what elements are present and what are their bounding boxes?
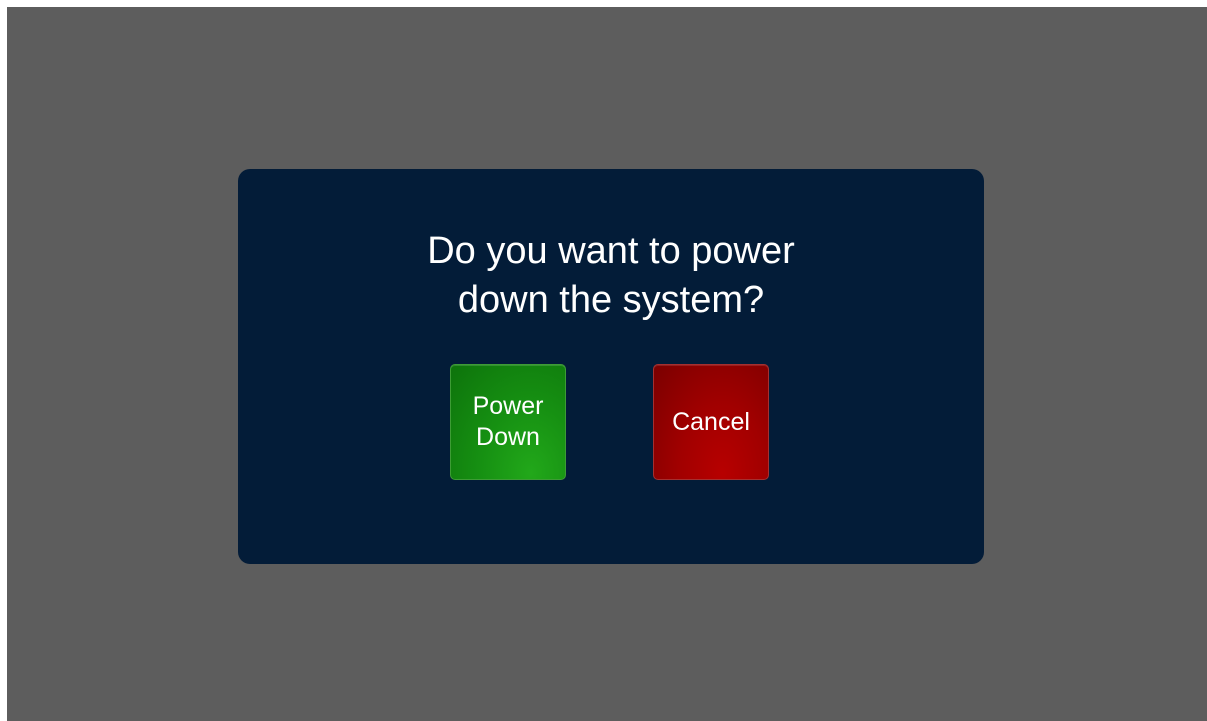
dialog-message: Do you want to power down the system? <box>238 227 984 325</box>
power-down-label-line-1: Power <box>472 392 544 420</box>
power-down-label-line-2: Down <box>476 423 540 451</box>
power-down-button[interactable]: Power Down <box>450 364 566 480</box>
power-down-dialog: Do you want to power down the system? Po… <box>238 169 984 564</box>
cancel-label: Cancel <box>672 407 750 436</box>
cancel-button[interactable]: Cancel <box>653 364 769 480</box>
dialog-message-line-2: down the system? <box>457 279 765 321</box>
dialog-message-line-1: Do you want to power <box>427 230 795 272</box>
screen-background: Do you want to power down the system? Po… <box>7 7 1207 721</box>
